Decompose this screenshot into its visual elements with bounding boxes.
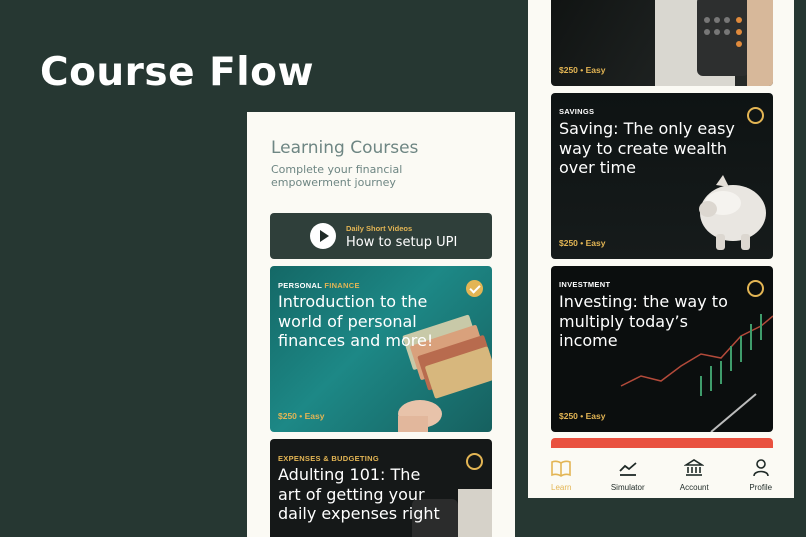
video-label: Daily Short Videos bbox=[346, 224, 413, 233]
course-category: SAVINGS bbox=[559, 107, 595, 116]
book-icon bbox=[551, 460, 572, 477]
course-meta: $250 • Easy bbox=[278, 411, 325, 421]
tab-account[interactable]: Account bbox=[664, 448, 724, 498]
course-card-personal-finance[interactable]: PERSONAL FINANCE Introduction to the wor… bbox=[270, 266, 492, 432]
course-title: Saving: The only easy way to create weal… bbox=[559, 119, 735, 177]
page-title: Learning Courses bbox=[271, 138, 419, 158]
bank-icon bbox=[684, 459, 705, 476]
user-icon bbox=[752, 459, 769, 477]
tab-profile[interactable]: Profile bbox=[731, 448, 791, 498]
status-circle-icon bbox=[747, 280, 764, 297]
status-circle-icon bbox=[466, 453, 483, 470]
course-meta: $250 • Easy bbox=[559, 238, 606, 248]
tab-label: Simulator bbox=[610, 483, 645, 492]
course-card-partial[interactable]: $250 • Easy bbox=[551, 0, 773, 86]
chart-icon bbox=[619, 462, 637, 476]
page-subtitle: Complete your financial empowerment jour… bbox=[271, 163, 403, 189]
phone-screen-courses-scrolled: $250 • Easy SAVINGS Saving: The only eas… bbox=[528, 0, 794, 498]
hero-title: Course Flow bbox=[40, 50, 314, 95]
daily-video-card[interactable]: Daily Short Videos How to setup UPI bbox=[270, 213, 492, 259]
course-card-savings[interactable]: SAVINGS Saving: The only easy way to cre… bbox=[551, 93, 773, 259]
play-icon[interactable] bbox=[310, 223, 336, 249]
phone-screen-courses: Learning Courses Complete your financial… bbox=[247, 112, 515, 537]
course-category: EXPENSES & BUDGETING bbox=[278, 454, 380, 463]
bottom-tab-bar: Learn Simulator Account Profile bbox=[528, 448, 794, 498]
course-card-expenses[interactable]: EXPENSES & BUDGETING Adulting 101: The a… bbox=[270, 439, 492, 537]
tab-label: Account bbox=[679, 483, 709, 492]
course-meta: $250 • Easy bbox=[559, 65, 606, 75]
tab-label: Learn bbox=[551, 483, 572, 492]
status-circle-icon bbox=[747, 107, 764, 124]
video-title: How to setup UPI bbox=[346, 235, 458, 250]
tab-learn[interactable]: Learn bbox=[531, 448, 591, 498]
tab-label: Profile bbox=[749, 483, 773, 492]
course-category: PERSONAL FINANCE bbox=[278, 281, 360, 290]
course-meta: $250 • Easy bbox=[559, 411, 606, 421]
course-title: Investing: the way to multiply today’s i… bbox=[559, 292, 728, 350]
course-category: INVESTMENT bbox=[559, 280, 611, 289]
course-card-investment[interactable]: INVESTMENT Investing: the way to multipl… bbox=[551, 266, 773, 432]
course-title: Introduction to the world of personal fi… bbox=[278, 292, 434, 350]
tab-simulator[interactable]: Simulator bbox=[598, 448, 658, 498]
course-title: Adulting 101: The art of getting your da… bbox=[278, 465, 440, 523]
check-icon bbox=[466, 280, 483, 297]
